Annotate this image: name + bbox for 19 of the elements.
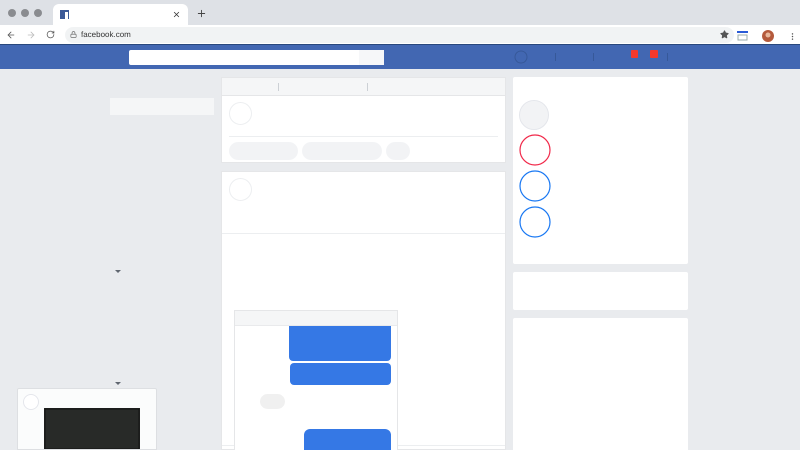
profile-avatar-icon[interactable] <box>762 30 774 42</box>
back-icon[interactable] <box>6 30 16 40</box>
bookmark-star-icon[interactable] <box>720 30 729 39</box>
new-tab-icon[interactable] <box>196 8 207 19</box>
favicon-icon <box>60 10 69 19</box>
url-text: facebook.com <box>81 30 131 38</box>
avatar-placeholder <box>23 394 39 410</box>
story-ring-icon[interactable] <box>519 206 551 238</box>
caret-icon[interactable] <box>115 382 121 386</box>
close-icon[interactable] <box>172 10 181 19</box>
address-bar[interactable]: facebook.com <box>65 26 734 42</box>
search-field[interactable] <box>129 50 384 64</box>
browser-tab[interactable] <box>53 4 188 25</box>
extension-icon[interactable] <box>737 31 748 41</box>
story-ring-icon[interactable] <box>519 134 551 166</box>
caret-icon[interactable] <box>115 270 121 274</box>
reload-icon[interactable] <box>46 30 55 39</box>
story-ring-icon[interactable] <box>519 170 551 202</box>
lock-icon <box>70 31 77 38</box>
